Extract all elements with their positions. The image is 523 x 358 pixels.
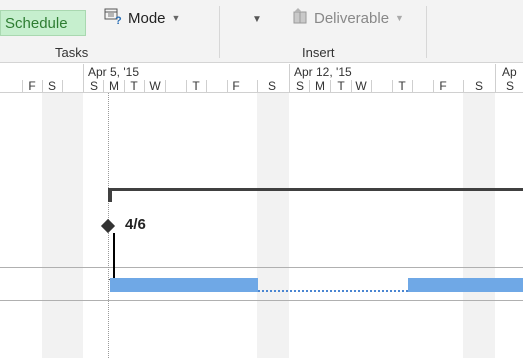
timescale-day-label: W — [149, 79, 161, 93]
mode-label: Mode — [128, 9, 166, 27]
timescale-day-label: T — [130, 79, 138, 93]
milestone-diamond-icon[interactable] — [100, 218, 116, 234]
timescale-day-label: M — [315, 79, 325, 93]
timescale-day-label: S — [89, 79, 98, 93]
mode-chevron-down-icon: ▼ — [171, 13, 181, 23]
deliverable-label: Deliverable — [314, 9, 390, 27]
timescale-tick — [412, 80, 413, 92]
timescale-week-divider — [495, 64, 496, 93]
insert-dropdown-button[interactable]: ▼ — [252, 14, 262, 25]
timescale-day-label: M — [109, 79, 119, 93]
task-mode-button[interactable]: ? Mode ▼ — [104, 6, 180, 30]
svg-text:?: ? — [115, 15, 122, 25]
nonworking-day-shade — [42, 93, 62, 358]
timescale-tick — [463, 80, 464, 92]
timescale[interactable]: Apr 5, '15 Apr 12, '15 Ap F S S M T W T … — [0, 64, 523, 93]
nonworking-day-shade — [62, 93, 83, 358]
auto-schedule-label: Schedule — [5, 14, 68, 32]
summary-task-bar-start-cap — [108, 188, 112, 202]
timescale-day-label: S — [47, 79, 56, 93]
nonworking-day-shade — [463, 93, 495, 358]
mode-help-icon: ? — [104, 7, 124, 29]
timescale-week-label: Ap — [502, 65, 517, 79]
ribbon: Schedule ? Mode ▼ ▼ Deliverable ▼ Tasks … — [0, 0, 523, 63]
ribbon-group-separator — [426, 6, 427, 58]
timescale-day-label: S — [474, 79, 483, 93]
timescale-tick — [165, 80, 166, 92]
timescale-day-label: S — [267, 79, 276, 93]
tasks-group-label: Tasks — [55, 45, 89, 60]
gantt-chart-area[interactable]: 4/6 — [0, 93, 523, 358]
timescale-week-label: Apr 5, '15 — [88, 65, 139, 79]
nonworking-day-shade — [257, 93, 289, 358]
dependency-link-line — [113, 233, 115, 281]
summary-task-bar[interactable] — [108, 188, 523, 191]
timescale-tick — [371, 80, 372, 92]
insert-group-label: Insert — [302, 45, 335, 60]
ribbon-group-separator — [219, 6, 220, 58]
task-bar-segment[interactable] — [110, 278, 258, 292]
milestone-date-label: 4/6 — [125, 216, 146, 233]
deliverable-button[interactable]: Deliverable ▼ — [290, 6, 404, 30]
timescale-tick — [62, 80, 63, 92]
timescale-day-label: W — [355, 79, 367, 93]
row-gridline — [0, 267, 523, 268]
deliverable-icon — [290, 7, 310, 29]
auto-schedule-button[interactable]: Schedule — [0, 10, 86, 36]
timescale-day-label: F — [28, 79, 36, 93]
insert-chevron-down-icon: ▼ — [252, 14, 262, 25]
timescale-tick — [257, 80, 258, 92]
timescale-day-label: F — [439, 79, 447, 93]
row-gridline — [0, 300, 523, 301]
deliverable-chevron-down-icon: ▼ — [395, 13, 404, 23]
timescale-day-label: S — [295, 79, 304, 93]
task-bar-segment[interactable] — [408, 278, 523, 292]
timescale-day-label: S — [505, 79, 514, 93]
timescale-tick — [206, 80, 207, 92]
timescale-day-label: T — [337, 79, 345, 93]
timescale-day-label: T — [192, 79, 200, 93]
timescale-day-label: F — [232, 79, 240, 93]
timescale-day-label: T — [398, 79, 406, 93]
task-split-connector — [258, 290, 408, 292]
timescale-week-label: Apr 12, '15 — [294, 65, 352, 79]
